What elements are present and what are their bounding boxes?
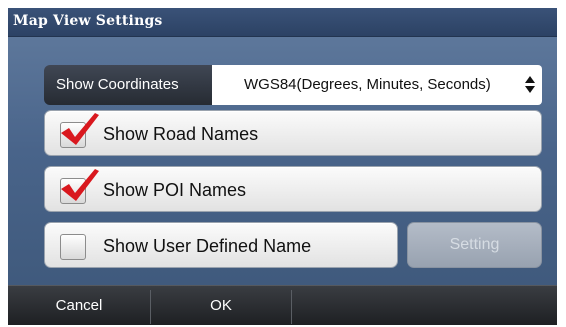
coordinates-format-value: WGS84(Degrees, Minutes, Seconds) (244, 76, 491, 93)
show-user-defined-name-option[interactable]: Show User Defined Name (44, 222, 398, 268)
coordinates-format-select[interactable]: WGS84(Degrees, Minutes, Seconds) (212, 65, 542, 105)
user-defined-name-checkbox[interactable] (60, 234, 86, 260)
bottom-bar: Cancel OK (8, 285, 557, 325)
cancel-button[interactable]: Cancel (8, 286, 150, 325)
up-down-arrows-icon (525, 76, 535, 94)
title-bar: Map View Settings (8, 8, 557, 37)
show-poi-names-option[interactable]: Show POI Names (44, 166, 542, 212)
road-names-checkbox[interactable] (60, 113, 99, 148)
show-road-names-option[interactable]: Show Road Names (44, 110, 542, 156)
map-view-settings-dialog: Map View Settings Show Coordinates WGS84… (8, 8, 557, 325)
road-names-label: Show Road Names (103, 124, 259, 144)
poi-names-label: Show POI Names (103, 180, 247, 200)
user-defined-name-label: Show User Defined Name (103, 236, 312, 256)
setting-button[interactable]: Setting (407, 222, 542, 268)
coordinates-row: Show Coordinates WGS84(Degrees, Minutes,… (44, 65, 542, 105)
check-icon (61, 169, 99, 201)
ok-button[interactable]: OK (151, 286, 291, 325)
show-coordinates-label: Show Coordinates (44, 65, 221, 105)
dialog-title: Map View Settings (13, 13, 163, 29)
check-icon (61, 113, 99, 145)
divider (291, 290, 292, 324)
poi-names-checkbox[interactable] (60, 169, 99, 204)
